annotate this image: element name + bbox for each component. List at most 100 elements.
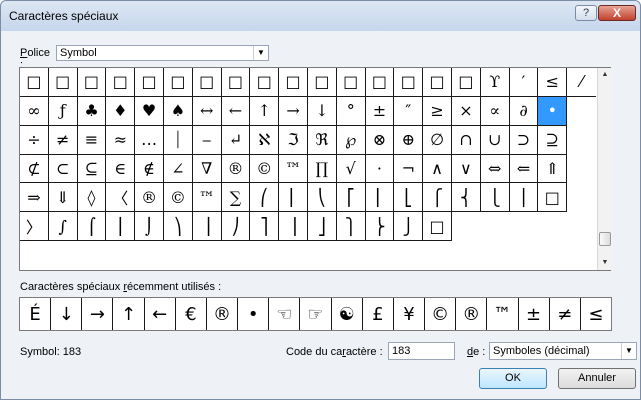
ok-button[interactable]: OK [479, 368, 547, 389]
character-cell[interactable]: ⎠ [221, 212, 251, 242]
character-cell[interactable]: 〈 [106, 183, 136, 213]
character-cell[interactable]: ⎮ [106, 212, 136, 242]
recent-character-cell[interactable]: ≠ [550, 298, 581, 330]
character-cell[interactable]: □ [192, 68, 222, 97]
character-cell[interactable]: ¬ [394, 154, 424, 184]
character-cell[interactable]: ⎣ [394, 183, 424, 213]
scrollbar-thumb[interactable] [599, 232, 611, 246]
character-cell[interactable]: ⇒ [20, 183, 49, 213]
recent-character-cell[interactable]: → [82, 298, 114, 330]
character-cell[interactable]: ⎛ [250, 183, 280, 213]
character-cell[interactable]: ⊃ [509, 125, 539, 155]
character-cell[interactable]: ∞ [20, 96, 49, 126]
character-cell[interactable]: ÷ [20, 125, 49, 155]
character-cell[interactable]: □ [307, 68, 337, 97]
character-cell[interactable]: ⎧ [423, 183, 452, 213]
character-cell[interactable]: ⏐ [163, 125, 193, 155]
character-cell[interactable]: □ [20, 68, 49, 97]
recent-character-cell[interactable]: ™ [487, 298, 519, 330]
character-cell[interactable]: ∨ [451, 154, 481, 184]
character-cell[interactable]: ∝ [480, 96, 510, 126]
character-cell[interactable]: ′ [509, 68, 539, 97]
recent-character-cell[interactable]: £ [363, 298, 394, 330]
character-cell[interactable]: ∅ [423, 125, 452, 155]
character-cell[interactable]: ⁄ [567, 68, 596, 97]
character-cell[interactable]: □ [250, 68, 280, 97]
character-cell[interactable]: ≠ [48, 125, 78, 155]
character-cell[interactable]: ⇓ [48, 183, 78, 213]
character-cell[interactable]: ≤ [538, 68, 568, 97]
character-cell[interactable]: ″ [394, 96, 424, 126]
character-cell[interactable]: ◊ [77, 183, 107, 213]
chevron-down-icon[interactable]: ▼ [253, 46, 268, 60]
character-cell[interactable]: ∑ [221, 183, 251, 213]
recent-character-cell[interactable]: ± [519, 298, 550, 330]
character-cell[interactable]: ℵ [250, 125, 280, 155]
character-cell[interactable]: □ [423, 212, 452, 242]
character-cell[interactable]: ⊗ [365, 125, 395, 155]
character-cell[interactable]: ∠ [163, 154, 193, 184]
character-grid[interactable]: □ □ □ □ □ □ □ □ □ □ □ □ □ □ □ □ ϒ ′ ≤ ⁄ ∞ ƒ ♣ ♦ ♥ ♠ ↔ ← ↑ → ↓ ° ± ″ ≥ × ∝ ∂ • ÷… [20, 68, 596, 270]
character-cell[interactable]: ™ [279, 154, 308, 184]
character-cell[interactable]: ⎢ [365, 183, 395, 213]
character-code-input[interactable]: 183 [388, 342, 455, 360]
character-cell[interactable]: □ [279, 68, 308, 97]
character-cell[interactable]: ⎝ [307, 183, 337, 213]
character-cell[interactable]: ⎯ [192, 125, 222, 155]
character-cell[interactable]: … [135, 125, 164, 155]
character-cell[interactable]: ⊄ [20, 154, 49, 184]
character-cell[interactable]: ⊕ [394, 125, 424, 155]
character-cell[interactable]: 〉 [20, 212, 49, 242]
character-cell[interactable]: ∇ [192, 154, 222, 184]
character-cell[interactable]: □ [48, 68, 78, 97]
character-cell[interactable]: ℑ [279, 125, 308, 155]
character-cell[interactable]: ⎭ [394, 212, 424, 242]
character-cell[interactable]: ≈ [106, 125, 136, 155]
character-cell[interactable]: ⇑ [538, 154, 568, 184]
character-cell[interactable]: ⎥ [279, 212, 308, 242]
cancel-button[interactable]: Annuler [558, 368, 636, 389]
recent-character-cell[interactable]: É [20, 298, 52, 330]
recent-character-cell[interactable]: ≤ [581, 298, 611, 330]
recent-character-cell[interactable]: ↑ [113, 298, 145, 330]
character-cell[interactable]: ⎩ [480, 183, 510, 213]
character-cell[interactable]: ⎞ [163, 212, 193, 242]
character-cell[interactable]: ∫ [48, 212, 78, 242]
character-cell[interactable]: ⎡ [336, 183, 366, 213]
encoding-select[interactable]: Symboles (décimal) ▼ [489, 342, 637, 360]
scroll-up-icon[interactable]: ▲ [598, 68, 612, 82]
recent-character-cell[interactable]: © [425, 298, 457, 330]
character-cell[interactable]: ≡ [77, 125, 107, 155]
recent-character-cell[interactable]: ↓ [51, 298, 83, 330]
character-cell[interactable]: ↔ [192, 96, 222, 126]
character-cell[interactable]: □ [163, 68, 193, 97]
character-cell[interactable]: ↑ [250, 96, 280, 126]
character-cell[interactable]: ♦ [106, 96, 136, 126]
character-cell[interactable]: ∉ [135, 154, 164, 184]
character-cell[interactable]: ≥ [423, 96, 452, 126]
close-button[interactable]: X [598, 5, 636, 21]
character-cell[interactable]: ♠ [163, 96, 193, 126]
character-cell[interactable]: ⎟ [192, 212, 222, 242]
scroll-down-icon[interactable]: ▼ [598, 256, 612, 270]
character-cell[interactable]: □ [135, 68, 164, 97]
character-cell[interactable]: ® [221, 154, 251, 184]
character-cell[interactable]: © [163, 183, 193, 213]
character-cell[interactable]: ® [135, 183, 164, 213]
character-cell[interactable]: ♣ [77, 96, 107, 126]
character-cell[interactable]: √ [336, 154, 366, 184]
recent-character-cell[interactable]: ® [456, 298, 488, 330]
character-cell[interactable]: ℘ [336, 125, 366, 155]
character-cell[interactable]: ⎤ [250, 212, 280, 242]
character-cell[interactable]: □ [451, 68, 481, 97]
character-cell[interactable]: ⎪ [509, 183, 539, 213]
character-cell[interactable]: ♥ [135, 96, 164, 126]
character-cell[interactable]: □ [394, 68, 424, 97]
character-cell[interactable]: □ [365, 68, 395, 97]
character-cell[interactable]: ™ [192, 183, 222, 213]
recent-character-cell[interactable]: ¥ [394, 298, 426, 330]
character-cell[interactable]: ∩ [451, 125, 481, 155]
chevron-down-icon[interactable]: ▼ [621, 343, 636, 359]
character-cell[interactable]: ↓ [307, 96, 337, 126]
character-cell[interactable]: ⇐ [509, 154, 539, 184]
